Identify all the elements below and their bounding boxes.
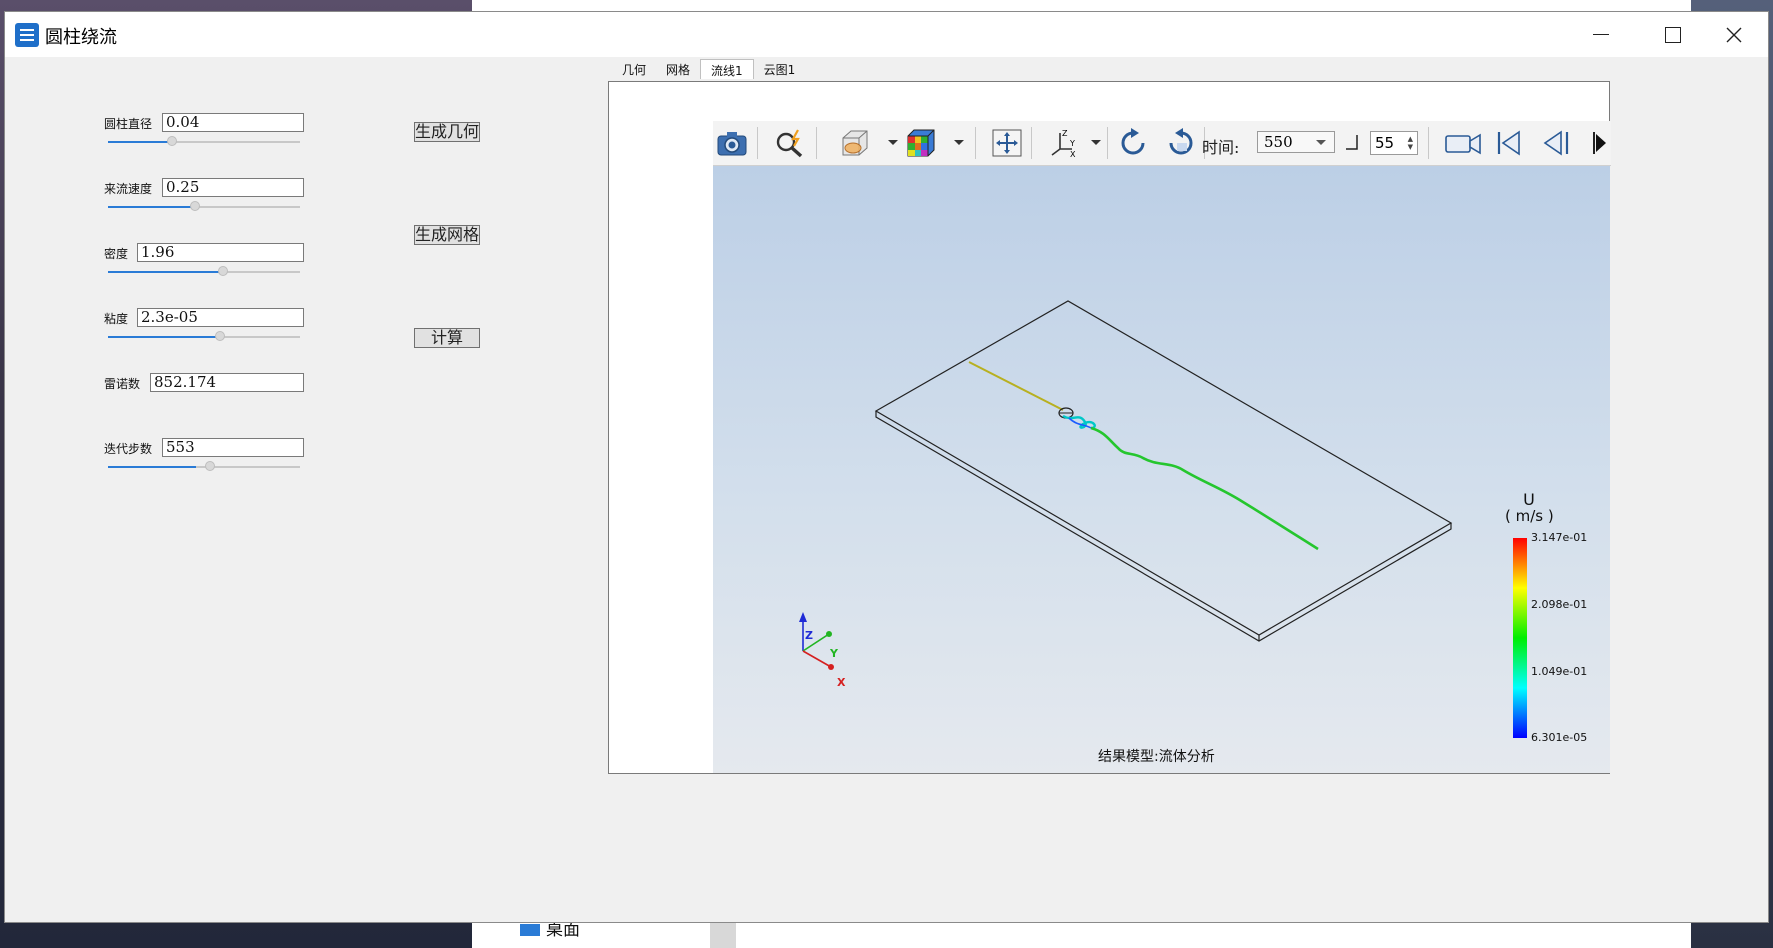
video-camera-icon[interactable] xyxy=(1443,127,1483,159)
reynolds-field: 852.174 xyxy=(150,373,304,392)
param-label-viscosity: 粘度 xyxy=(104,312,129,326)
iterations-slider[interactable] xyxy=(108,461,300,471)
toolbar-separator xyxy=(1107,127,1108,159)
chevron-down-icon[interactable] xyxy=(954,140,964,145)
compute-button[interactable]: 计算 xyxy=(414,328,480,348)
slider-thumb[interactable] xyxy=(205,461,215,471)
velocity-slider[interactable] xyxy=(108,201,300,211)
triad-label-y: Y xyxy=(830,647,838,660)
viewer-toolbar: ZYX 时间: 550 55 ▲ ▼ xyxy=(713,121,1611,166)
slider-fill xyxy=(108,271,224,273)
slider-thumb[interactable] xyxy=(218,266,228,276)
legend-unit: ( m/s ) xyxy=(1505,507,1554,525)
toolbar-separator xyxy=(757,127,758,159)
legend-tick-min: 6.301e-05 xyxy=(1531,731,1588,744)
density-input[interactable]: 1.96 xyxy=(137,243,304,262)
time-label: 时间: xyxy=(1202,138,1240,157)
param-label-iterations: 迭代步数 xyxy=(104,442,153,456)
param-label-reynolds: 雷诺数 xyxy=(104,377,141,391)
toolbar-separator xyxy=(816,127,817,159)
diameter-slider[interactable] xyxy=(108,136,300,146)
minimize-button[interactable] xyxy=(1565,12,1637,57)
tab-mesh[interactable]: 网格 xyxy=(656,59,700,79)
iterations-input[interactable]: 553 xyxy=(162,438,304,457)
chevron-down-icon[interactable] xyxy=(1091,140,1101,145)
slider-thumb[interactable] xyxy=(167,136,177,146)
tab-streamline[interactable]: 流线1 xyxy=(700,59,754,79)
tab-geometry[interactable]: 几何 xyxy=(612,59,656,79)
maximize-icon xyxy=(1665,26,1681,43)
fit-view-icon[interactable] xyxy=(990,127,1024,159)
first-frame-icon[interactable] xyxy=(1491,127,1525,159)
diameter-input[interactable]: 0.04 xyxy=(162,113,304,132)
flow-domain-model xyxy=(799,300,1453,670)
viscosity-slider[interactable] xyxy=(108,331,300,341)
chevron-down-icon xyxy=(1316,140,1326,145)
time-value: 550 xyxy=(1264,133,1293,151)
step-marker-icon xyxy=(1346,135,1358,150)
legend-tick-1: 1.049e-01 xyxy=(1531,665,1588,678)
slider-fill xyxy=(108,206,195,208)
3d-viewport[interactable]: Z Y X U ( m/s ) 3.147e-01 2.098e-01 1.04… xyxy=(713,166,1610,773)
viscosity-input[interactable]: 2.3e-05 xyxy=(137,308,304,327)
view-tabs: 几何 网格 流线1 云图1 xyxy=(612,59,805,81)
velocity-input[interactable]: 0.25 xyxy=(162,178,304,197)
generate-mesh-button[interactable]: 生成网格 xyxy=(414,225,480,245)
rotate-cw-icon[interactable] xyxy=(1116,127,1150,159)
chevron-down-icon[interactable] xyxy=(888,140,898,145)
minimize-icon xyxy=(1593,34,1609,35)
legend-colorbar xyxy=(1513,538,1527,738)
toolbar-separator xyxy=(1428,127,1429,159)
slider-fill xyxy=(108,466,197,468)
toolbar-separator xyxy=(1031,127,1032,159)
next-frame-icon[interactable] xyxy=(1589,127,1609,159)
param-label-diameter: 圆柱直径 xyxy=(104,117,153,131)
axes-icon[interactable]: ZYX xyxy=(1047,127,1081,159)
close-icon xyxy=(1726,27,1742,42)
legend-tick-2: 2.098e-01 xyxy=(1531,598,1588,611)
camera-icon[interactable] xyxy=(715,127,749,159)
prev-frame-icon[interactable] xyxy=(1539,127,1573,159)
step-value: 55 xyxy=(1375,134,1395,152)
close-button[interactable] xyxy=(1698,12,1770,57)
window-title: 圆柱绕流 xyxy=(45,27,117,48)
time-select[interactable]: 550 xyxy=(1257,131,1335,153)
slider-fill xyxy=(108,336,220,338)
spin-up-icon[interactable]: ▲ xyxy=(1408,136,1413,143)
svg-text:Z: Z xyxy=(1062,129,1068,138)
tab-contour[interactable]: 云图1 xyxy=(754,59,806,79)
svg-text:Y: Y xyxy=(1069,139,1075,148)
slider-fill xyxy=(108,141,172,143)
step-spinbox[interactable]: 55 ▲ ▼ xyxy=(1370,131,1418,155)
slider-thumb[interactable] xyxy=(190,201,200,211)
triad-label-x: X xyxy=(837,676,846,689)
generate-geometry-button[interactable]: 生成几何 xyxy=(414,122,480,142)
spin-down-icon[interactable]: ▼ xyxy=(1408,144,1413,151)
desktop-icon xyxy=(520,924,540,936)
app-icon xyxy=(15,23,39,47)
density-slider[interactable] xyxy=(108,266,300,276)
legend-tick-max: 3.147e-01 xyxy=(1531,531,1588,544)
slider-thumb[interactable] xyxy=(215,331,225,341)
color-cube-icon[interactable] xyxy=(903,127,937,159)
zoom-lightning-icon[interactable] xyxy=(773,127,807,159)
param-label-velocity: 来流速度 xyxy=(104,182,153,196)
param-label-density: 密度 xyxy=(104,247,129,261)
toolbar-separator xyxy=(975,127,976,159)
title-bar[interactable]: 圆柱绕流 xyxy=(5,12,1768,57)
svg-text:X: X xyxy=(1070,150,1076,159)
section-view-icon[interactable] xyxy=(837,127,871,159)
rotate-ccw-icon[interactable] xyxy=(1164,127,1198,159)
triad-label-z: Z xyxy=(805,629,813,642)
result-model-label: 结果模型:流体分析 xyxy=(1098,749,1215,765)
